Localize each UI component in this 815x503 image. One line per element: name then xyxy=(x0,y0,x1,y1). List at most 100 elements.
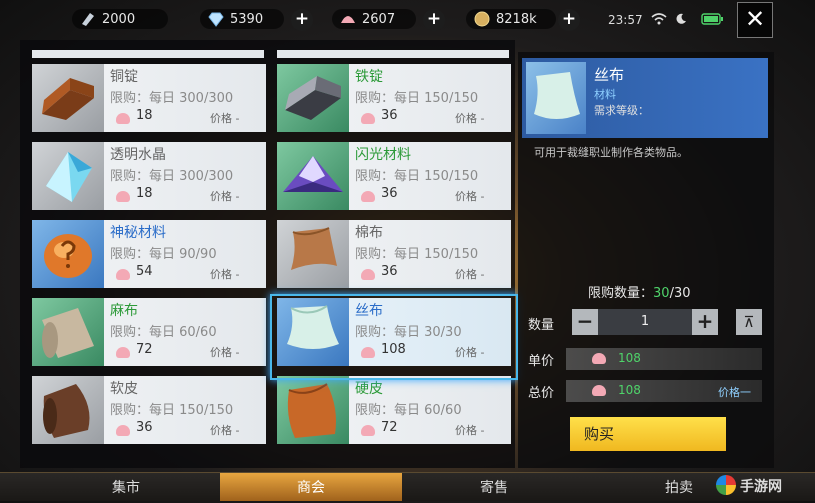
item-price: 价格 - xyxy=(455,268,485,281)
item-card-copper-ingot[interactable]: 铜锭 限购：每日 300/300 18 价格 - xyxy=(32,64,266,132)
silk-cloth-icon xyxy=(277,298,349,366)
shell-amount: 2607 xyxy=(362,11,396,27)
item-limit: 限购：每日 60/60 xyxy=(355,403,462,418)
item-cost: 108 xyxy=(381,342,406,357)
buy-button[interactable]: 购买 xyxy=(570,417,726,451)
shell-icon xyxy=(361,113,375,124)
shell-icon xyxy=(592,385,606,396)
item-card-mystery-material[interactable]: 神秘材料 限购：每日 90/90 54 价格 - xyxy=(32,220,266,288)
item-limit: 限购：每日 300/300 xyxy=(110,169,234,184)
linen-icon xyxy=(32,298,104,366)
gold-currency: 2000 xyxy=(80,9,135,29)
close-button[interactable]: ✕ xyxy=(737,2,773,38)
decrease-button[interactable]: − xyxy=(572,309,598,335)
item-card-hard-leather[interactable]: 硬皮 限购：每日 60/60 72 价格 - xyxy=(277,376,511,444)
shell-icon xyxy=(340,11,356,27)
add-shell-button[interactable]: + xyxy=(423,9,445,31)
shell-icon xyxy=(361,347,375,358)
limit-total: /30 xyxy=(669,286,691,301)
item-price: 价格 - xyxy=(210,112,240,125)
item-price: 价格 - xyxy=(455,112,485,125)
total-price-bar: 108 价格一 xyxy=(566,380,762,402)
silk-cloth-icon xyxy=(526,62,586,134)
increase-button[interactable]: + xyxy=(692,309,718,335)
shell-icon xyxy=(116,269,130,280)
item-card-linen[interactable]: 麻布 限购：每日 60/60 72 价格 - xyxy=(32,298,266,366)
item-cost: 72 xyxy=(136,342,153,357)
clock: 23:57 xyxy=(608,13,643,27)
diamond-icon xyxy=(208,11,224,27)
item-card-shiny-material[interactable]: 闪光材料 限购：每日 150/150 36 价格 - xyxy=(277,142,511,210)
quantity-label: 数量 xyxy=(528,318,555,333)
tab-market[interactable]: 集市 xyxy=(36,473,216,501)
item-card-iron-ingot[interactable]: 铁锭 限购：每日 150/150 36 价格 - xyxy=(277,64,511,132)
item-price: 价格 - xyxy=(210,268,240,281)
item-cost: 72 xyxy=(381,420,398,435)
item-price: 价格 - xyxy=(455,190,485,203)
limit-label: 限购数量： xyxy=(588,286,654,301)
item-card-silk-cloth[interactable]: 丝布 限购：每日 30/30 108 价格 - xyxy=(277,298,511,366)
item-grid: 铜锭 限购：每日 300/300 18 价格 - 铁锭 限购：每日 150/15… xyxy=(20,40,515,468)
shell-icon xyxy=(116,347,130,358)
item-name: 麻布 xyxy=(110,303,138,319)
tab-consignment[interactable]: 寄售 xyxy=(406,473,582,501)
total-price-label: 总价 xyxy=(528,386,555,401)
watermark-logo-icon xyxy=(716,475,736,495)
item-price: 价格 - xyxy=(210,346,240,359)
detail-type: 材料 xyxy=(594,88,616,101)
item-cost: 18 xyxy=(136,186,153,201)
top-bar: 2000 5390 + 2607 + 8218k + 23:57 ✕ xyxy=(0,0,815,40)
item-limit: 限购：每日 60/60 xyxy=(110,325,217,340)
detail-panel: 丝布 材料 需求等级： 可用于裁缝职业制作各类物品。 限购数量：30/30 数量… xyxy=(518,52,774,468)
item-limit: 限购：每日 150/150 xyxy=(355,91,479,106)
item-name: 丝布 xyxy=(355,303,383,319)
item-limit: 限购：每日 90/90 xyxy=(110,247,217,262)
detail-name: 丝布 xyxy=(594,66,625,84)
bottom-tab-bar: 集市 商会 寄售 拍卖 xyxy=(0,472,815,501)
coin-amount: 8218k xyxy=(496,11,537,27)
shell-icon xyxy=(361,425,375,436)
moon-icon xyxy=(675,13,687,28)
hard-leather-icon xyxy=(277,376,349,444)
wifi-icon xyxy=(651,12,667,28)
diamond-amount: 5390 xyxy=(230,11,264,27)
ingot-icon xyxy=(80,11,96,27)
soft-leather-icon xyxy=(32,376,104,444)
shell-icon xyxy=(361,269,375,280)
item-name: 铁锭 xyxy=(355,69,383,85)
item-name: 棉布 xyxy=(355,225,383,241)
shell-icon xyxy=(592,353,606,364)
shell-icon xyxy=(361,191,375,202)
item-cost: 18 xyxy=(136,108,153,123)
max-quantity-button[interactable]: ⊼ xyxy=(736,309,762,335)
copper-ingot-icon xyxy=(32,64,104,132)
add-coin-button[interactable]: + xyxy=(558,9,580,31)
shell-icon xyxy=(116,425,130,436)
item-name: 神秘材料 xyxy=(110,225,166,241)
item-limit: 限购：每日 150/150 xyxy=(110,403,234,418)
coin-currency: 8218k xyxy=(474,9,537,29)
watermark-text: 手游网 xyxy=(740,479,782,495)
item-price: 价格 - xyxy=(210,424,240,437)
item-price: 价格 - xyxy=(455,346,485,359)
cotton-cloth-icon xyxy=(277,220,349,288)
quantity-value[interactable]: 1 xyxy=(602,309,688,335)
status-area: 23:57 xyxy=(604,0,732,40)
item-card-soft-leather[interactable]: 软皮 限购：每日 150/150 36 价格 - xyxy=(32,376,266,444)
item-name: 透明水晶 xyxy=(110,147,166,163)
detail-description: 可用于裁缝职业制作各类物品。 xyxy=(534,146,688,159)
item-name: 铜锭 xyxy=(110,69,138,85)
item-card-cotton-cloth[interactable]: 棉布 限购：每日 150/150 36 价格 - xyxy=(277,220,511,288)
item-name: 闪光材料 xyxy=(355,147,411,163)
partial-row-right xyxy=(277,50,509,58)
shell-icon xyxy=(116,191,130,202)
detail-requirement: 需求等级： xyxy=(594,104,649,117)
item-card-clear-crystal[interactable]: 透明水晶 限购：每日 300/300 18 价格 - xyxy=(32,142,266,210)
tab-guild-shop[interactable]: 商会 xyxy=(220,473,402,501)
battery-icon xyxy=(700,12,723,28)
item-name: 硬皮 xyxy=(355,381,383,397)
item-cost: 36 xyxy=(381,264,398,279)
item-price: 价格 - xyxy=(455,424,485,437)
add-diamond-button[interactable]: + xyxy=(291,9,313,31)
shell-icon xyxy=(116,113,130,124)
